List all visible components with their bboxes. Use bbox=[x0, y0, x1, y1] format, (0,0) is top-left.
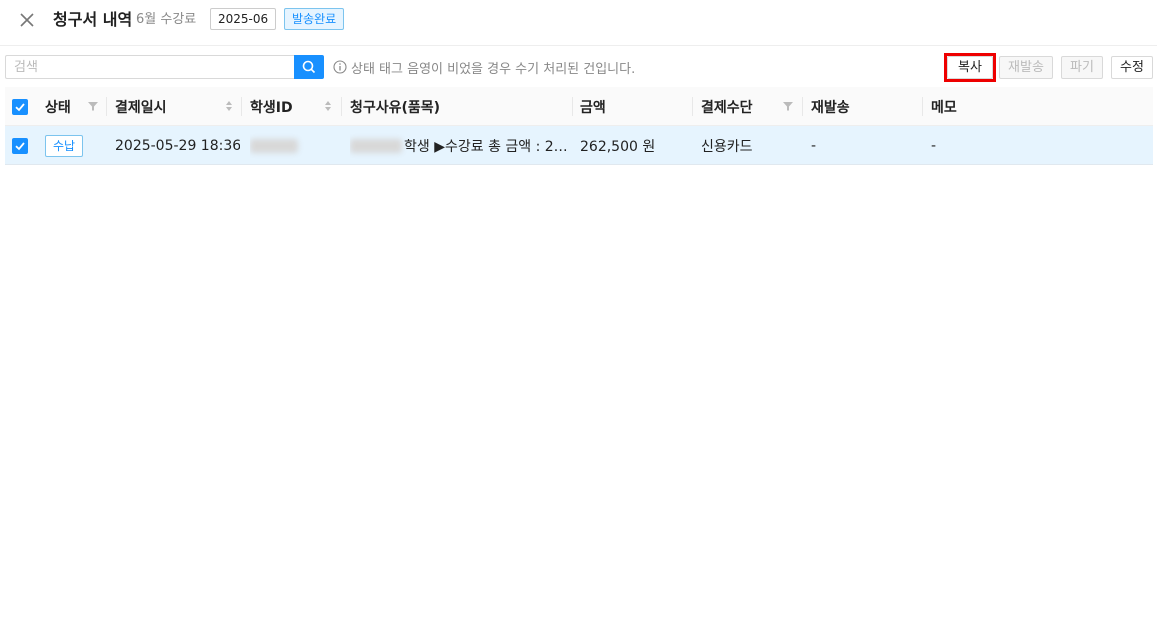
col-header-student-id: 학생ID bbox=[250, 99, 293, 116]
column-divider bbox=[241, 97, 242, 116]
column-divider bbox=[572, 97, 573, 116]
checkbox-checked-icon bbox=[15, 102, 25, 111]
search-input[interactable] bbox=[5, 55, 295, 79]
month-tag: 2025-06 bbox=[210, 8, 277, 30]
billing-table: 상태 결제일시 학생ID 청구사유(품목) 금액 결제수단 재발송 메모 수납 … bbox=[5, 87, 1153, 165]
select-all-checkbox[interactable] bbox=[12, 87, 32, 126]
close-icon bbox=[20, 13, 34, 27]
reason-cell: 학생 ▶수강료 총 금액 : 2… bbox=[350, 126, 572, 165]
col-header-resend: 재발송 bbox=[811, 99, 850, 116]
col-header-amount: 금액 bbox=[580, 99, 606, 116]
column-divider bbox=[341, 97, 342, 116]
redacted-student-id bbox=[250, 138, 298, 153]
resend-button[interactable]: 재발송 bbox=[999, 56, 1053, 79]
col-header-reason: 청구사유(품목) bbox=[350, 99, 441, 116]
memo-cell: - bbox=[931, 137, 937, 154]
copy-button[interactable]: 복사 bbox=[947, 56, 993, 79]
search-button[interactable] bbox=[294, 55, 324, 79]
col-header-paid-at: 결제일시 bbox=[115, 99, 167, 116]
sort-icon[interactable] bbox=[225, 99, 233, 113]
reason-text: 학생 ▶수강료 총 금액 : 2… bbox=[404, 138, 568, 155]
send-status-tag: 발송완료 bbox=[284, 8, 345, 30]
modal-header: 청구서 내역 6월 수강료 2025-06 발송완료 bbox=[0, 0, 1157, 46]
search-bar bbox=[5, 55, 324, 79]
status-cell: 수납 bbox=[45, 126, 105, 165]
close-button[interactable] bbox=[16, 9, 38, 31]
page-subtitle: 6월 수강료 bbox=[136, 12, 197, 27]
col-header-status: 상태 bbox=[45, 99, 71, 116]
column-divider bbox=[106, 97, 107, 116]
row-checkbox[interactable] bbox=[12, 126, 32, 165]
resend-cell: - bbox=[811, 137, 817, 154]
method-cell: 신용카드 bbox=[701, 138, 753, 155]
info-note: 상태 태그 음영이 비었을 경우 수기 처리된 건입니다. bbox=[333, 58, 636, 77]
filter-icon[interactable] bbox=[87, 100, 99, 112]
column-divider bbox=[692, 97, 693, 116]
sort-icon[interactable] bbox=[324, 99, 332, 113]
col-header-method: 결제수단 bbox=[701, 99, 753, 116]
student-id-cell bbox=[250, 126, 340, 165]
redacted-name bbox=[350, 138, 402, 153]
col-header-memo: 메모 bbox=[931, 99, 957, 116]
column-divider bbox=[922, 97, 923, 116]
edit-button[interactable]: 수정 bbox=[1111, 56, 1153, 79]
filter-icon[interactable] bbox=[782, 100, 794, 112]
table-row[interactable]: 수납 2025-05-29 18:36 학생 ▶수강료 총 금액 : 2… 26… bbox=[5, 126, 1153, 165]
status-badge: 수납 bbox=[45, 134, 84, 157]
column-divider bbox=[802, 97, 803, 116]
search-icon bbox=[302, 60, 316, 74]
checkbox-checked-icon bbox=[15, 141, 25, 150]
info-icon bbox=[333, 60, 347, 74]
paid-at-cell: 2025-05-29 18:36 bbox=[115, 137, 240, 154]
info-text: 상태 태그 음영이 비었을 경우 수기 처리된 건입니다. bbox=[351, 61, 636, 77]
table-header: 상태 결제일시 학생ID 청구사유(품목) 금액 결제수단 재발송 메모 bbox=[5, 87, 1153, 126]
discard-button[interactable]: 파기 bbox=[1061, 56, 1103, 79]
page-title: 청구서 내역 bbox=[53, 10, 133, 29]
amount-cell: 262,500 원 bbox=[580, 138, 656, 155]
